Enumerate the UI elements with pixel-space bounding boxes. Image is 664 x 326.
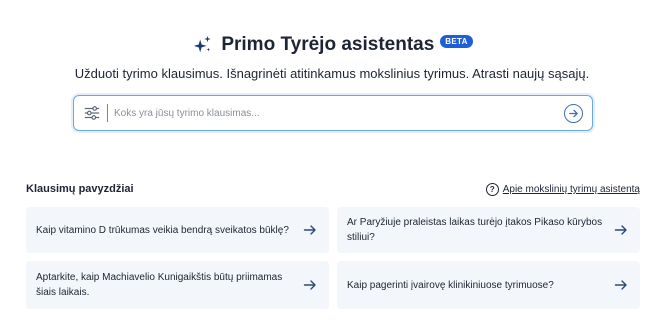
about-link-label[interactable]: Apie mokslinių tyrimų asistentą bbox=[503, 184, 640, 195]
page-subtitle: Užduoti tyrimo klausimus. Išnagrinėti at… bbox=[74, 66, 590, 81]
question-circle-icon: ? bbox=[485, 183, 499, 196]
arrow-right-icon bbox=[614, 225, 627, 235]
arrow-right-icon bbox=[303, 225, 316, 235]
arrow-right-icon bbox=[303, 280, 316, 290]
search-box bbox=[73, 95, 593, 131]
filter-icon[interactable] bbox=[83, 104, 101, 122]
search-input[interactable] bbox=[114, 107, 564, 119]
example-question-text: Kaip pagerinti įvairovę klinikiniuose ty… bbox=[347, 279, 554, 291]
sparkle-icon bbox=[194, 35, 212, 53]
example-question-card[interactable]: Kaip vitamino D trūkumas veikia bendrą s… bbox=[26, 207, 329, 253]
example-question-text: Aptarkite, kaip Machiavelio Kunigaikštis… bbox=[36, 272, 283, 298]
search-divider bbox=[107, 104, 108, 122]
beta-badge: BETA bbox=[440, 34, 473, 48]
examples-title: Klausimų pavyzdžiai bbox=[26, 183, 134, 195]
page-title: Primo Tyrėjo asistentas bbox=[221, 34, 435, 55]
arrow-right-icon bbox=[614, 280, 627, 290]
example-question-text: Kaip vitamino D trūkumas veikia bendrą s… bbox=[36, 224, 289, 236]
about-assistant-link[interactable]: ? Apie mokslinių tyrimų asistentą bbox=[485, 183, 640, 196]
example-question-text: Ar Paryžiuje praleistas laikas turėjo įt… bbox=[347, 217, 603, 243]
assistant-header: Primo Tyrėjo asistentas BETA bbox=[0, 34, 664, 56]
example-question-card[interactable]: Aptarkite, kaip Machiavelio Kunigaikštis… bbox=[26, 261, 329, 309]
example-question-card[interactable]: Kaip pagerinti įvairovę klinikiniuose ty… bbox=[337, 261, 640, 309]
example-question-card[interactable]: Ar Paryžiuje praleistas laikas turėjo įt… bbox=[337, 207, 640, 253]
submit-button[interactable] bbox=[564, 103, 583, 123]
arrow-right-circle-icon bbox=[569, 109, 578, 117]
